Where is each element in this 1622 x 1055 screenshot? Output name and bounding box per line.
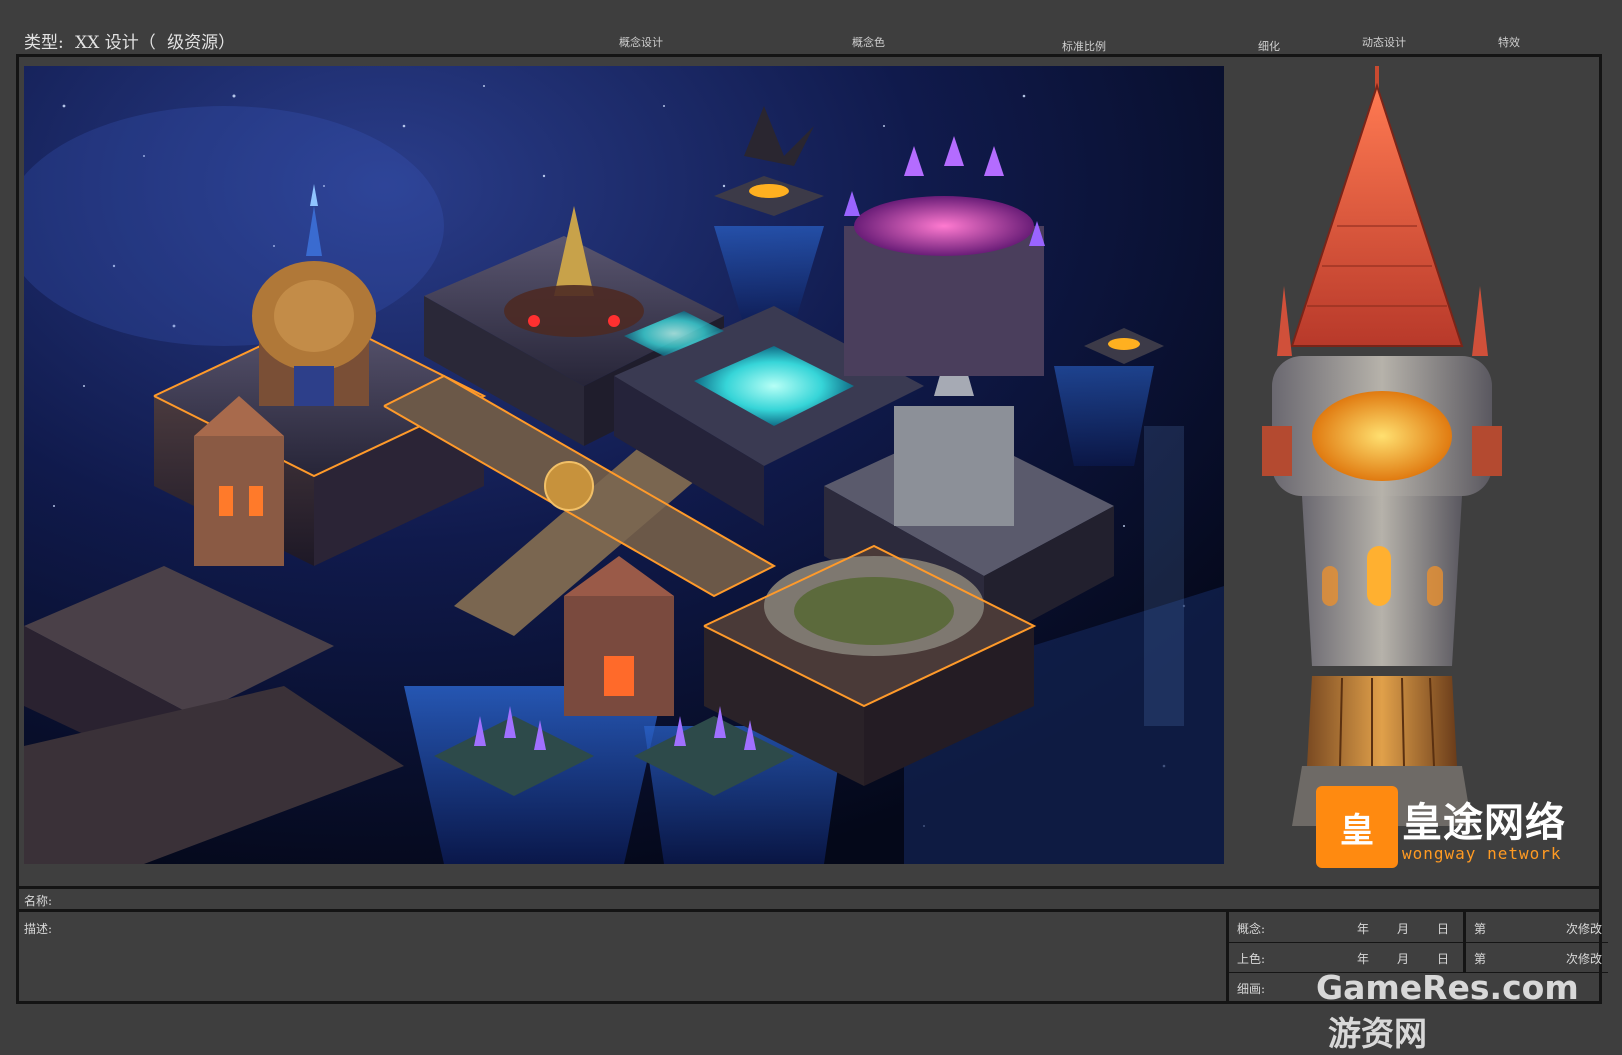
stage-concept-color: 概念色 (852, 36, 885, 49)
header: 类型: XX 设计（ 级资源） 概念设计 概念色 标准比例 细化 动态设计 特效 (0, 0, 1622, 56)
row-year: 年 (1357, 952, 1370, 966)
row-day: 日 (1437, 922, 1450, 936)
logo-mark-icon: 皇 (1316, 786, 1398, 868)
watermark-en: GameRes.com (1316, 968, 1579, 1007)
type-label: 类型: (24, 33, 64, 53)
logo-name-cn: 皇途网络 (1402, 800, 1566, 846)
stage-concept-design: 概念设计 (619, 36, 663, 49)
row-label: 细画: (1237, 982, 1266, 996)
type-level: 级资源） (167, 33, 236, 53)
stage-effects: 特效 (1498, 36, 1520, 49)
concept-artwork (24, 66, 1224, 864)
row-month: 月 (1397, 952, 1410, 966)
row-label: 上色: (1237, 952, 1266, 966)
stage-standard-scale: 标准比例 (1062, 40, 1106, 53)
tower-illustration (1232, 66, 1590, 866)
watermark-cn: 游资网 (1328, 1014, 1427, 1053)
description-label: 描述: (24, 922, 53, 936)
wongway-logo: 皇 皇途网络 wongway network (1316, 786, 1586, 868)
name-label: 名称: (24, 894, 53, 908)
row-month: 月 (1397, 922, 1410, 936)
type-field: 类型: XX 设计（ 级资源） (24, 28, 241, 53)
revision-suffix: 次修改 (1565, 952, 1602, 966)
gameres-watermark: GameRes.com 游资网 (1316, 968, 1622, 1055)
stage-animation-design: 动态设计 (1362, 36, 1406, 49)
revision-prefix: 第 (1474, 922, 1487, 936)
stage-refine: 细化 (1258, 40, 1280, 53)
row-label: 概念: (1237, 922, 1266, 936)
type-value: XX 设计（ (75, 33, 156, 53)
name-field-row: 名称: (16, 886, 1602, 912)
revision-row: 第 次修改 (1463, 912, 1608, 943)
logo-mark-glyph: 皇 (1340, 810, 1374, 851)
revision-suffix: 次修改 (1565, 922, 1602, 936)
schedule-row-concept: 概念: 年 月 日 (1229, 912, 1463, 943)
row-day: 日 (1437, 952, 1450, 966)
logo-name-en: wongway network (1402, 844, 1562, 863)
revision-prefix: 第 (1474, 952, 1487, 966)
row-year: 年 (1357, 922, 1370, 936)
